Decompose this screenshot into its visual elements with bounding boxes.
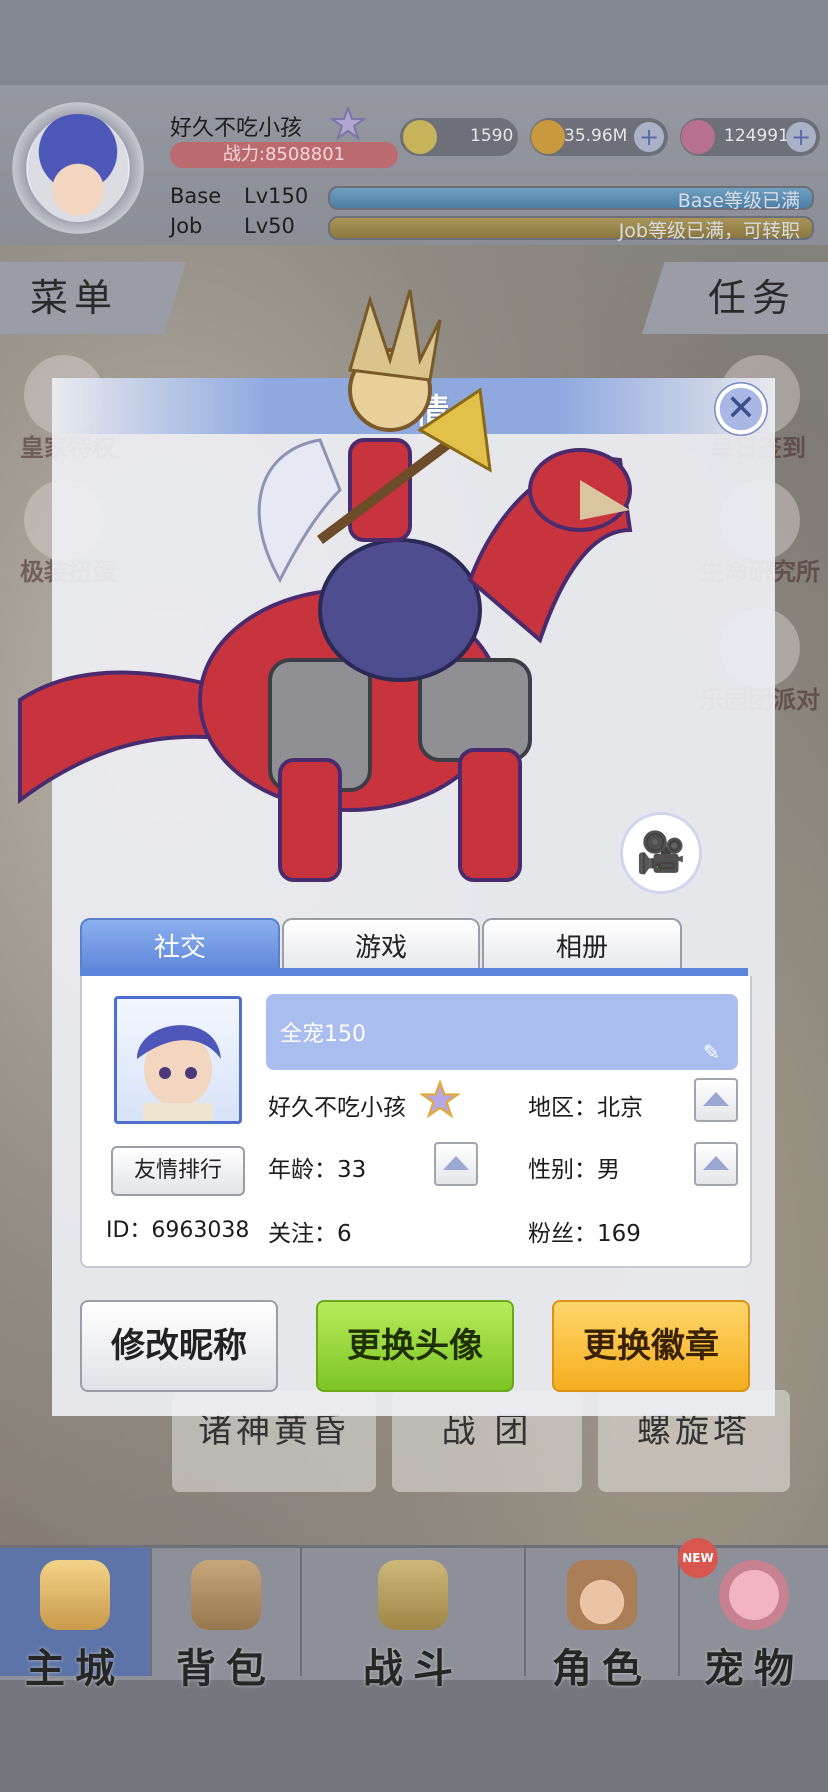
character-mount-illustration	[18, 289, 633, 882]
nav-main-city[interactable]: 主城	[0, 1548, 152, 1692]
gem-amount: 124991	[724, 126, 789, 146]
combat-power: 战力:8508801	[170, 142, 398, 168]
nav-bag[interactable]: 背包	[152, 1548, 302, 1692]
base-label: Base	[170, 184, 222, 208]
gold-amount: 35.96M	[564, 126, 628, 146]
region: 地区：北京	[528, 1095, 643, 1121]
nav-pet[interactable]: 宠物	[680, 1548, 828, 1692]
base-exp-status: Base等级已满	[677, 190, 800, 212]
pet-poring-icon	[719, 1560, 789, 1630]
nav-battle[interactable]: 战斗	[302, 1548, 526, 1692]
job-label: Job	[170, 214, 203, 238]
nav-label: 主城	[25, 1646, 125, 1692]
gold-coin-icon	[531, 120, 565, 154]
tab-album[interactable]: 相册	[482, 918, 682, 972]
change-avatar-button[interactable]: 更换头像	[316, 1300, 514, 1392]
tab-game[interactable]: 游戏	[282, 918, 480, 972]
edit-pencil-icon[interactable]: ✎	[703, 1040, 720, 1064]
nav-label: 背包	[176, 1646, 276, 1692]
following-count: 关注：6	[268, 1221, 352, 1247]
character-icon	[567, 1560, 637, 1630]
tasks-tab[interactable]: 任务	[642, 262, 828, 334]
add-gold-button[interactable]: +	[634, 122, 664, 152]
age: 年龄：33	[268, 1157, 367, 1183]
rank-star-icon	[330, 106, 366, 141]
nav-character[interactable]: 角色	[526, 1548, 680, 1692]
friend-rank-button[interactable]: 友情排行	[111, 1146, 245, 1196]
backpack-icon	[191, 1560, 261, 1630]
rank-star-icon	[420, 1080, 460, 1119]
status-bar-area	[0, 0, 828, 85]
zeny-amount: 1590	[470, 126, 514, 146]
gem-icon	[681, 120, 715, 154]
avatar-portrait	[137, 1025, 221, 1121]
nickname: 好久不吃小孩	[268, 1095, 406, 1121]
bottom-area	[0, 1680, 828, 1792]
gender: 性别：男	[528, 1157, 620, 1183]
age-visibility-toggle[interactable]	[434, 1142, 478, 1186]
job-exp-status: Job等级已满，可转职	[618, 220, 800, 242]
region-visibility-toggle[interactable]	[694, 1078, 738, 1122]
profile-avatar[interactable]	[114, 996, 242, 1124]
change-badge-button[interactable]: 更换徽章	[552, 1300, 750, 1392]
zeny-coin-icon	[403, 120, 437, 154]
base-level: Lv150	[244, 184, 309, 208]
signature-text: 全宠150	[280, 1022, 366, 1047]
player-id: ID：6963038	[106, 1218, 250, 1243]
tab-social[interactable]: 社交	[80, 918, 280, 972]
tab-underline	[80, 968, 748, 976]
rename-button[interactable]: 修改昵称	[80, 1300, 278, 1392]
gender-visibility-toggle[interactable]	[694, 1142, 738, 1186]
nav-label: 战斗	[363, 1646, 463, 1692]
castle-icon	[40, 1560, 110, 1630]
player-avatar[interactable]	[28, 114, 128, 222]
nav-label: 宠物	[704, 1646, 804, 1692]
close-dialog-button[interactable]: ✕	[714, 382, 768, 436]
fans-count: 粉丝：169	[528, 1221, 641, 1247]
job-level: Lv50	[244, 214, 295, 238]
add-gem-button[interactable]: +	[786, 122, 816, 152]
camera-icon[interactable]: 🎥	[620, 812, 702, 894]
player-name: 好久不吃小孩	[170, 116, 303, 141]
crossed-swords-icon	[378, 1560, 448, 1630]
nav-label: 角色	[552, 1646, 652, 1692]
